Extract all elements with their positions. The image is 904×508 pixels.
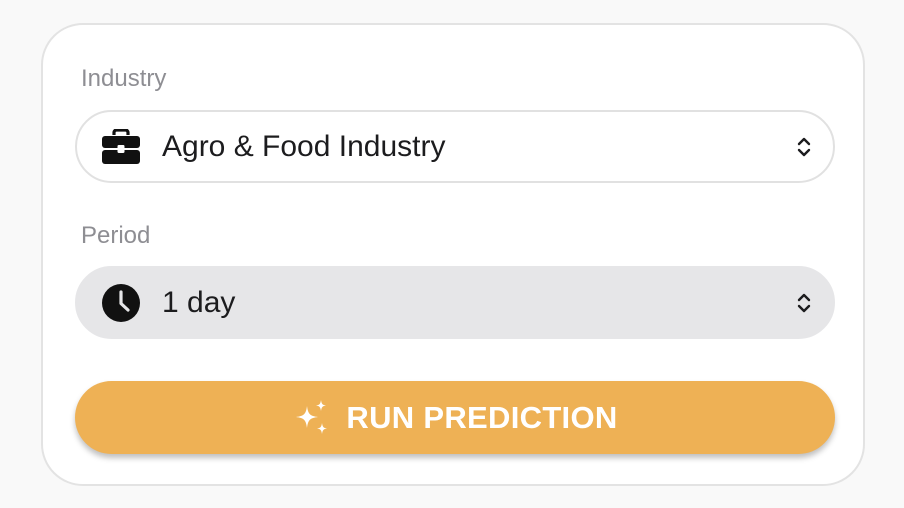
period-value: 1 day [162, 285, 236, 319]
briefcase-icon [101, 127, 141, 167]
sparkles-icon [292, 398, 332, 438]
industry-label: Industry [81, 65, 167, 92]
period-select[interactable]: 1 day [75, 266, 835, 339]
prediction-card: Industry Agro & Food Industry Period 1 d… [41, 23, 865, 486]
chevron-up-down-icon [795, 291, 813, 315]
run-prediction-label: RUN PREDICTION [346, 399, 618, 435]
industry-value: Agro & Food Industry [162, 129, 446, 163]
period-label: Period [81, 222, 151, 249]
chevron-up-down-icon [795, 135, 813, 159]
clock-icon [101, 283, 141, 323]
run-prediction-button[interactable]: RUN PREDICTION [75, 381, 835, 454]
industry-select[interactable]: Agro & Food Industry [75, 110, 835, 183]
